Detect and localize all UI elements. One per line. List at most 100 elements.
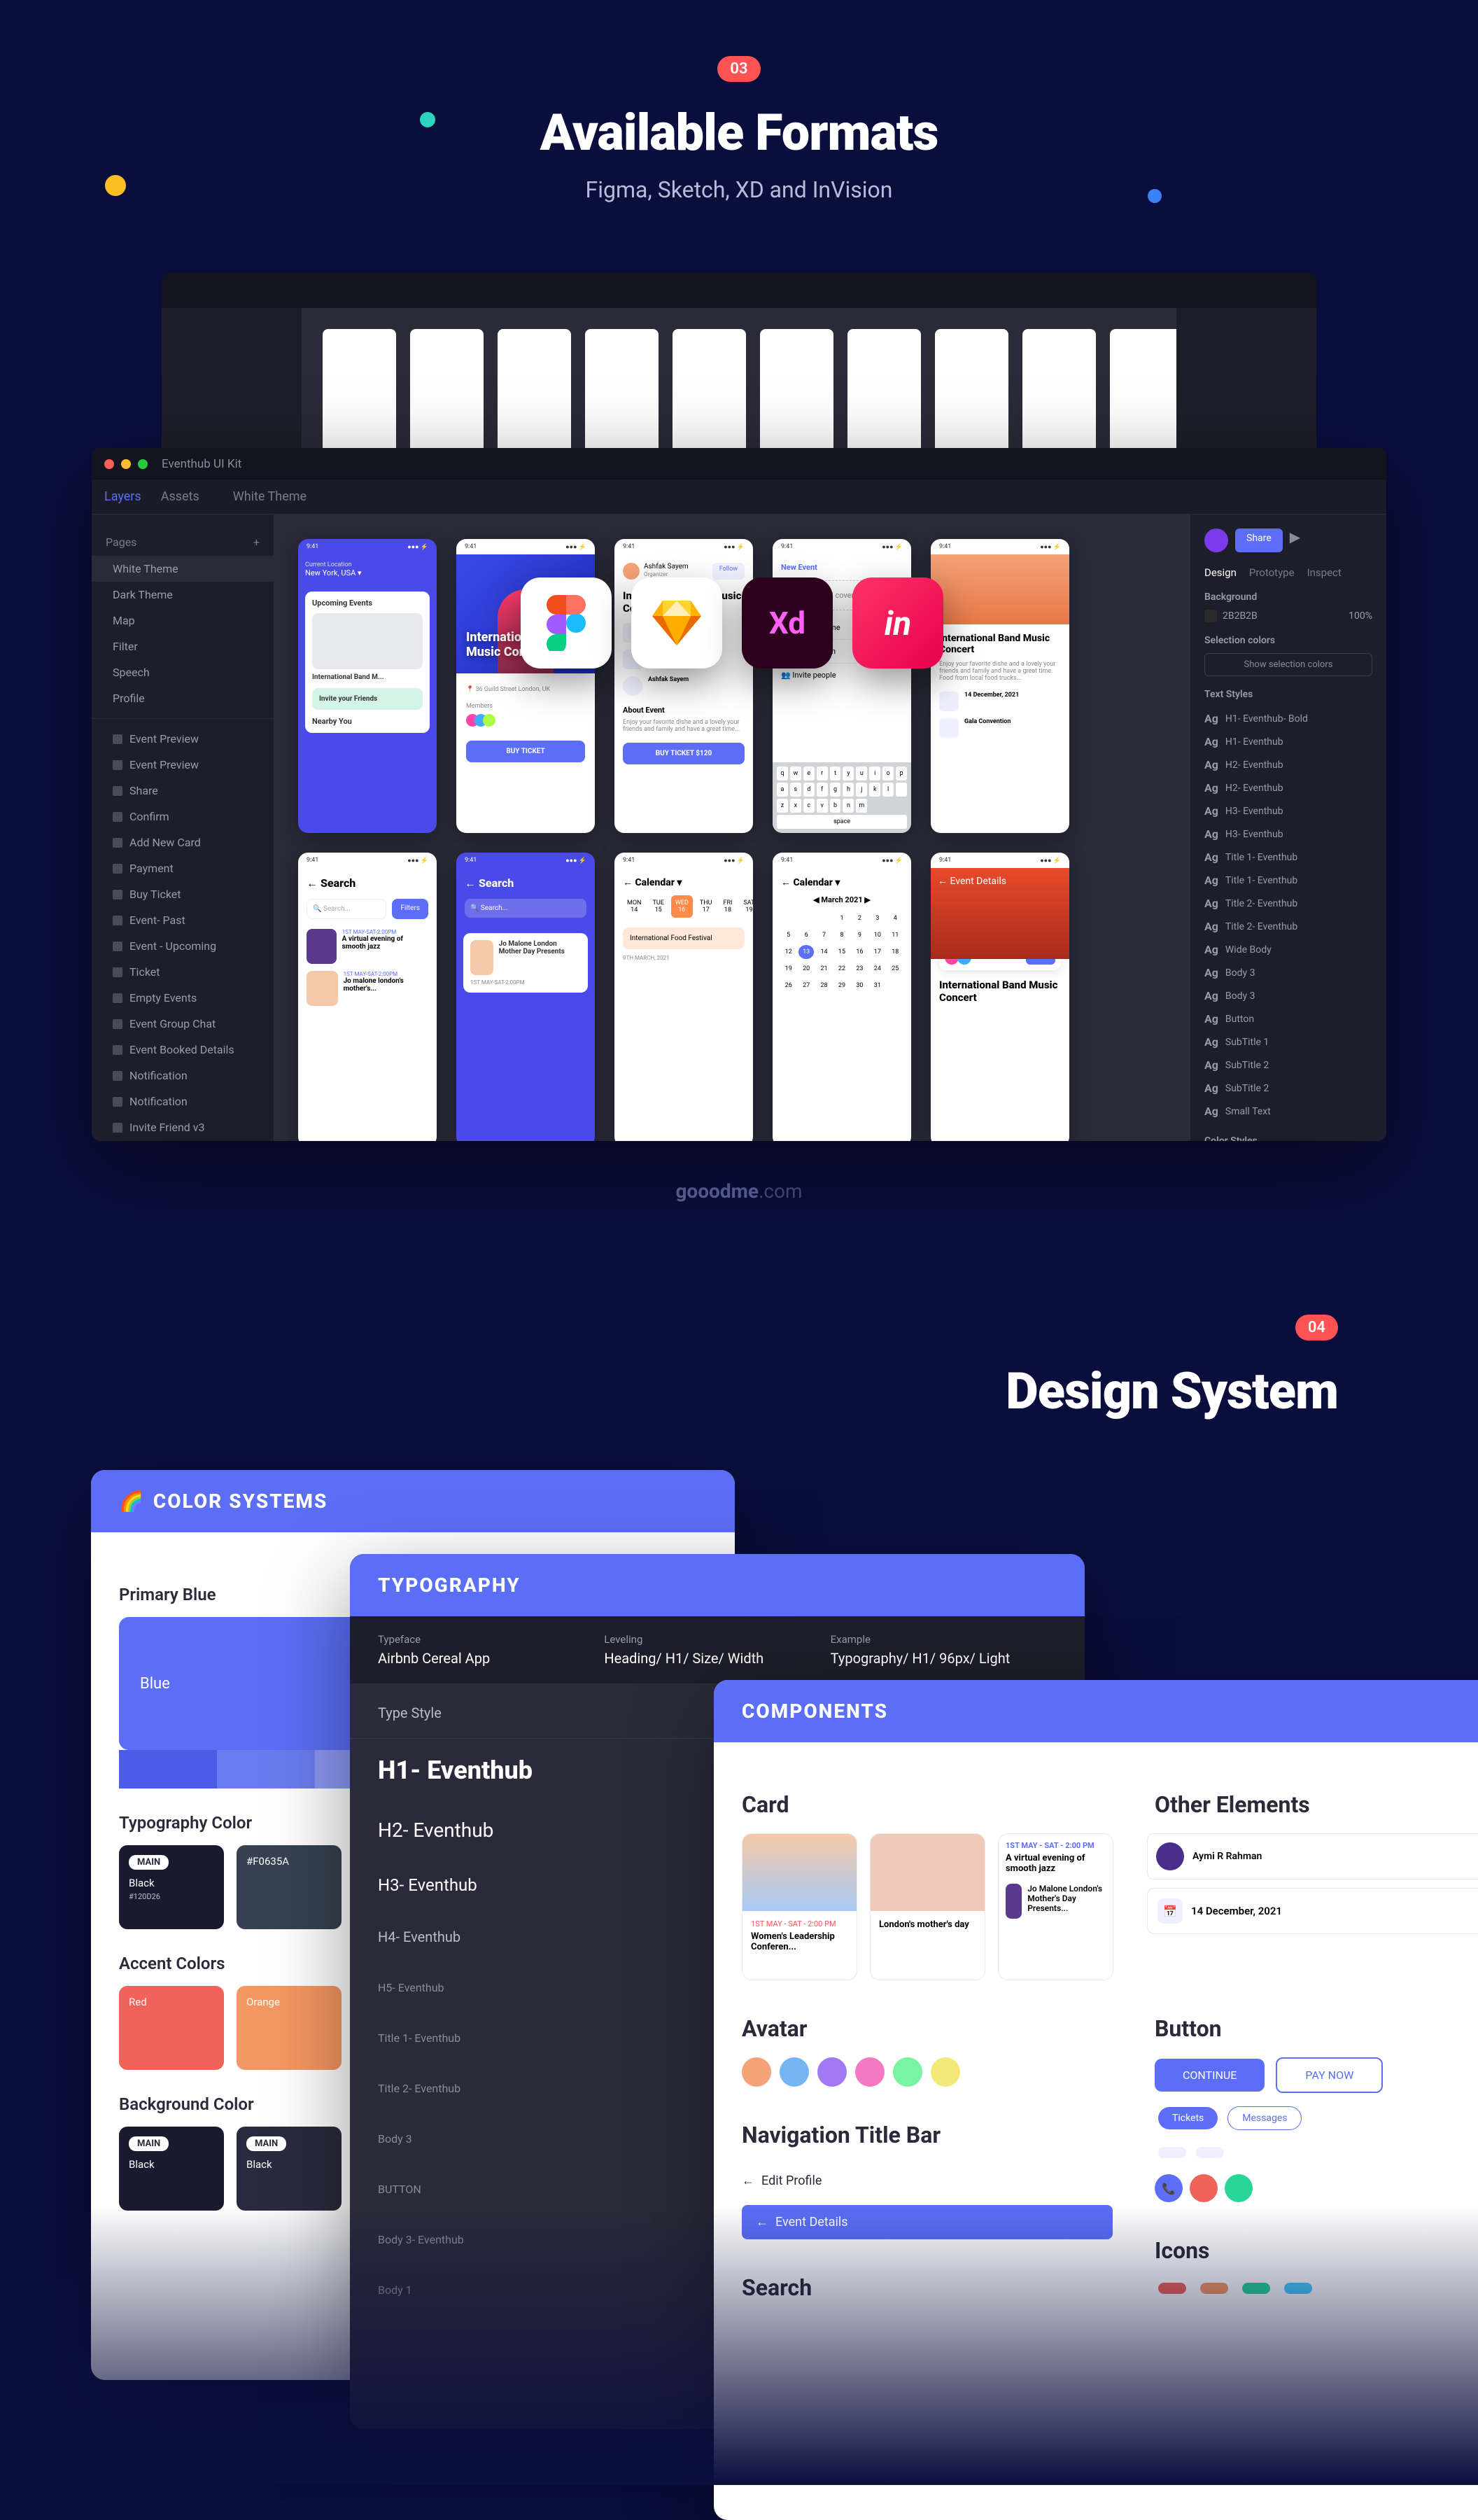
icon-pill[interactable] — [1200, 2283, 1228, 2294]
page-item[interactable]: White Theme — [92, 556, 274, 582]
mini-screen — [585, 329, 659, 462]
page-item[interactable]: Dark Theme — [92, 582, 274, 608]
text-style-item[interactable]: AgButton — [1204, 1007, 1372, 1030]
nav-bar-sample: ←Edit Profile — [742, 2164, 1113, 2198]
layer-item[interactable]: Ticket — [92, 959, 274, 985]
selection-colors-label: Selection colors — [1204, 635, 1372, 646]
text-style-item[interactable]: AgTitle 1- Eventhub — [1204, 869, 1372, 892]
messages-pill[interactable]: Messages — [1227, 2106, 1302, 2130]
section-title: Available Formats — [0, 103, 1478, 162]
watermark: gooodme.com — [0, 1180, 1478, 1203]
layer-item[interactable]: Event- Past — [92, 907, 274, 933]
back-icon[interactable]: ← — [756, 2215, 768, 2230]
text-style-item[interactable]: AgH2- Eventhub — [1204, 776, 1372, 799]
card-sample-3: 1ST MAY - SAT - 2:00 PM A virtual evenin… — [998, 1833, 1113, 1980]
text-style-item[interactable]: AgSubTitle 2 — [1204, 1054, 1372, 1077]
editor-stack: Eventhub UI Kit Layers Assets White Them… — [92, 273, 1386, 1162]
pill-sample[interactable] — [1158, 2147, 1186, 2158]
frame-icon — [113, 1123, 122, 1133]
continue-button[interactable]: CONTINUE — [1155, 2059, 1265, 2092]
text-style-item[interactable]: AgSmall Text — [1204, 1100, 1372, 1123]
icons-section-title: Icons — [1155, 2237, 1478, 2264]
layer-item[interactable]: Event Preview — [92, 752, 274, 778]
calendar-icon: 📅 — [1157, 1898, 1183, 1924]
editor-nav-tabs: Layers Assets White Theme — [92, 479, 1386, 514]
pill-sample[interactable] — [1196, 2147, 1224, 2158]
layer-item[interactable]: Buy Ticket — [92, 881, 274, 907]
layer-item[interactable]: Invite Friend v1 — [92, 1140, 274, 1141]
layer-item[interactable]: Share — [92, 778, 274, 804]
text-style-item[interactable]: AgTitle 1- Eventhub — [1204, 846, 1372, 869]
figma-icon — [521, 578, 612, 668]
editor-back-sidebar — [162, 308, 302, 469]
layer-item[interactable]: Empty Events — [92, 985, 274, 1011]
circle-icon[interactable] — [1225, 2174, 1253, 2202]
text-style-item[interactable]: AgBody 3 — [1204, 961, 1372, 984]
layer-item[interactable]: Notification — [92, 1063, 274, 1088]
section-title: Design System — [0, 1362, 1338, 1421]
paynow-button[interactable]: PAY NOW — [1276, 2057, 1383, 2093]
minimize-icon[interactable] — [121, 459, 131, 469]
xd-icon: Xd — [742, 578, 833, 668]
layer-item[interactable]: Event Booked Details — [92, 1037, 274, 1063]
text-style-item[interactable]: AgH3- Eventhub — [1204, 822, 1372, 846]
card-sample-1: 1ST MAY - SAT - 2:00 PMWomen's Leadershi… — [742, 1833, 857, 1980]
text-style-item[interactable]: AgSubTitle 1 — [1204, 1030, 1372, 1054]
text-style-item[interactable]: AgH3- Eventhub — [1204, 799, 1372, 822]
tab-white-theme[interactable]: White Theme — [233, 489, 307, 504]
text-style-item[interactable]: AgH1- Eventhub — [1204, 730, 1372, 753]
decorative-dot — [420, 112, 435, 127]
text-style-item[interactable]: AgH1- Eventhub- Bold — [1204, 707, 1372, 730]
text-style-item[interactable]: AgTitle 2- Eventhub — [1204, 892, 1372, 915]
back-icon[interactable]: ← — [742, 2174, 754, 2188]
color-styles-label: Color Styles — [1204, 1135, 1372, 1141]
text-style-item[interactable]: AgSubTitle 2 — [1204, 1077, 1372, 1100]
layer-item[interactable]: Invite Friend v3 — [92, 1114, 274, 1140]
text-style-item[interactable]: AgH2- Eventhub — [1204, 753, 1372, 776]
avatar-icon — [1204, 528, 1228, 552]
layer-item[interactable]: Confirm — [92, 804, 274, 830]
layer-item[interactable]: Event Preview — [92, 726, 274, 752]
editor-canvas[interactable]: Xd in 9:41●●● ⚡Current LocationNew York,… — [274, 514, 1190, 1141]
close-icon[interactable] — [104, 459, 114, 469]
tab-prototype[interactable]: Prototype — [1249, 566, 1295, 579]
layer-item[interactable]: Payment — [92, 855, 274, 881]
tickets-pill[interactable]: Tickets — [1158, 2107, 1218, 2129]
text-style-item[interactable]: AgWide Body — [1204, 938, 1372, 961]
sketch-icon — [631, 578, 722, 668]
page-item[interactable]: Profile — [92, 685, 274, 711]
text-style-item[interactable]: AgBody 3 — [1204, 984, 1372, 1007]
text-style-item[interactable]: AgTitle 2- Eventhub — [1204, 915, 1372, 938]
tab-design[interactable]: Design — [1204, 566, 1237, 579]
page-item[interactable]: Map — [92, 608, 274, 634]
icon-pill[interactable] — [1242, 2283, 1270, 2294]
mini-screen — [498, 329, 571, 462]
show-selection-colors-button[interactable]: Show selection colors — [1204, 653, 1372, 676]
add-page-icon[interactable]: + — [253, 536, 260, 549]
maximize-icon[interactable] — [138, 459, 148, 469]
mobile-screen: 9:41●●● ⚡International Band Music Concer… — [931, 539, 1069, 833]
play-icon[interactable]: ▶ — [1290, 528, 1300, 552]
editor-back-window — [162, 273, 1316, 469]
tab-inspect[interactable]: Inspect — [1307, 566, 1342, 579]
layer-item[interactable]: Add New Card — [92, 830, 274, 855]
circle-icon[interactable] — [1190, 2174, 1218, 2202]
bg-swatch[interactable] — [1204, 610, 1217, 622]
layer-item[interactable]: Notification — [92, 1088, 274, 1114]
layer-item[interactable]: Event Group Chat — [92, 1011, 274, 1037]
rainbow-icon: 🌈 — [119, 1490, 145, 1513]
page-item[interactable]: Filter — [92, 634, 274, 659]
frame-icon — [113, 890, 122, 899]
layer-item[interactable]: Event - Upcoming — [92, 933, 274, 959]
editor-back-inspector — [1176, 308, 1316, 469]
icon-pill[interactable] — [1158, 2283, 1186, 2294]
invision-icon: in — [852, 578, 943, 668]
phone-circle-icon[interactable]: 📞 — [1155, 2174, 1183, 2202]
page-item[interactable]: Speech — [92, 659, 274, 685]
icon-pill[interactable] — [1284, 2283, 1312, 2294]
nav-bar-sample-dark: ←Event Details — [742, 2205, 1113, 2239]
tab-layers[interactable]: Layers — [104, 489, 141, 504]
share-button[interactable]: Share — [1235, 528, 1283, 552]
tab-assets[interactable]: Assets — [161, 489, 199, 504]
frame-icon — [113, 1019, 122, 1029]
